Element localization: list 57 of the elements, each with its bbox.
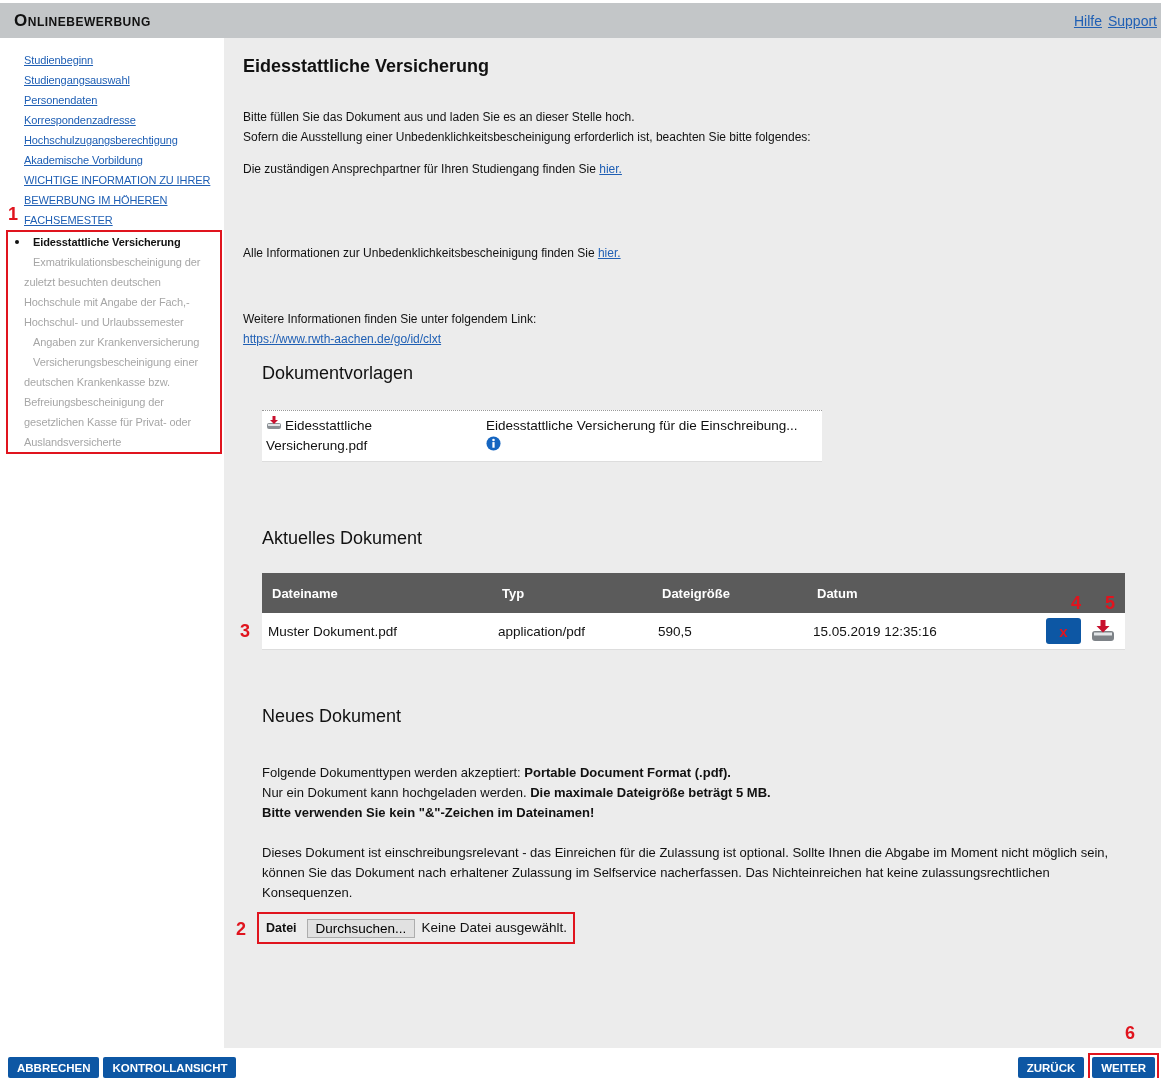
- info-text: Nur ein Dokument kann hochgeladen werden. Die maximale Dateigröße beträgt 5 MB.: [262, 784, 772, 802]
- header-link[interactable]: Support: [1107, 12, 1157, 29]
- app-title: Onlinebewerbung: [14, 10, 151, 31]
- nav-link[interactable]: Personendaten: [24, 90, 222, 110]
- table-cell-text: Muster Dokument.pdf: [267, 623, 399, 639]
- text-link[interactable]: hier.: [599, 162, 622, 176]
- nav-link[interactable]: WICHTIGE INFORMATION ZU IHRER BEWERBUNG IM HÖHEREN FACHSEMESTER: [24, 170, 222, 230]
- annotation-number: 1: [8, 204, 18, 224]
- bullet-icon: [15, 240, 19, 244]
- column-header: Typ: [501, 585, 526, 601]
- pending-step: Angaben zur Krankenversicherung: [24, 332, 218, 352]
- info-text: Sofern die Ausstellung einer Unbedenklichkeitsbescheinigung erforderlich ist, beachten Sie bitte folgendes:: [243, 129, 812, 146]
- info-icon[interactable]: [486, 436, 501, 451]
- download-icon: [266, 416, 282, 430]
- footer-button[interactable]: WEITER: [1092, 1057, 1155, 1078]
- info-text: Dieses Dokument ist einschreibungsrelevant - das Einreichen für die Zulassung ist optional. Sollte Ihnen die Abgabe im Moment nicht möglich sein, können Sie das Dokument nach erhaltener Zulassung im Selfservice nacherfassen. Das Nichteinreichen hat keine zulassungsrechtlichen Konsequenzen.: [262, 844, 1110, 902]
- annotation-number: 6: [1125, 1023, 1135, 1043]
- nav-link[interactable]: Korrespondenzadresse: [24, 110, 222, 130]
- warning-text: Bitte verwenden Sie kein "&"-Zeichen im Dateinamen!: [262, 804, 596, 822]
- annotation-number: 4: [1070, 593, 1081, 613]
- text-link[interactable]: hier.: [597, 246, 621, 260]
- file-status: Keine Datei ausgewählt.: [421, 919, 567, 937]
- annotation-number: 5: [1105, 593, 1115, 613]
- nav-link[interactable]: Hochschulzugangsberechtigung: [24, 130, 222, 150]
- footer-button[interactable]: ABBRECHEN: [8, 1057, 100, 1078]
- info-text: Bitte füllen Sie das Dokument aus und laden Sie es an dieser Stelle hoch.: [243, 109, 636, 126]
- download-icon[interactable]: [1091, 620, 1115, 642]
- pending-step: Versicherungsbescheinigung einer deutschen Krankenkasse bzw. Befreiungsbescheinigung der gesetzlichen Kasse für Privat- oder Auslandsversicherte: [24, 352, 218, 452]
- url-link[interactable]: https://www.rwth-aachen.de/go/id/clxt: [243, 329, 1161, 349]
- info-text: Die zuständigen Ansprechpartner für Ihren Studiengang finden Sie hier.: [243, 161, 623, 178]
- section-heading: Dokumentvorlagen: [262, 363, 415, 384]
- info-text: Weitere Informationen finden Sie unter folgendem Link:: [243, 311, 538, 328]
- info-text: Alle Informationen zur Unbedenklichkeitsbescheinigung finden Sie hier.: [243, 245, 622, 262]
- footer-button[interactable]: KONTROLLANSICHT: [103, 1057, 237, 1078]
- nav-link[interactable]: Studiengangsauswahl: [24, 70, 222, 90]
- column-header: Dateiname: [271, 585, 339, 601]
- section-heading: Aktuelles Dokument: [262, 528, 424, 549]
- info-text: Folgende Dokumenttypen werden akzeptiert: Portable Document Format (.pdf).: [262, 764, 732, 782]
- browse-button[interactable]: Durchsuchen...: [306, 918, 416, 938]
- template-description: Eidesstattliche Versicherung für die Einschreibung...: [486, 417, 798, 435]
- pending-step: Exmatrikulationsbescheinigung der zuletzt besuchten deutschen Hochschule mit Angabe der Fach,- Hochschul- und Urlaubssemester: [24, 252, 218, 332]
- table-cell-text: application/pdf: [497, 623, 587, 639]
- nav-link[interactable]: Akademische Vorbildung: [24, 150, 222, 170]
- annotation-number: 3: [240, 621, 250, 641]
- table-cell-text: 590,5: [657, 623, 693, 639]
- footer-button[interactable]: ZURÜCK: [1017, 1057, 1085, 1078]
- current-step: Eidesstattliche Versicherung: [24, 232, 218, 252]
- section-heading: Neues Dokument: [262, 706, 403, 727]
- table-cell-text: 15.05.2019 12:35:16: [812, 623, 938, 639]
- page-title: Eidesstattliche Versicherung: [243, 56, 491, 77]
- template-file-link[interactable]: Eidesstattliche Versicherung.pdf: [266, 416, 406, 456]
- column-header: Dateigröße: [661, 585, 731, 601]
- annotation-number: 2: [236, 919, 246, 939]
- column-header: Datum: [816, 585, 859, 601]
- field-label: Datei: [266, 920, 297, 937]
- header-link[interactable]: Hilfe: [1073, 12, 1102, 29]
- nav-link[interactable]: Studienbeginn: [24, 50, 222, 70]
